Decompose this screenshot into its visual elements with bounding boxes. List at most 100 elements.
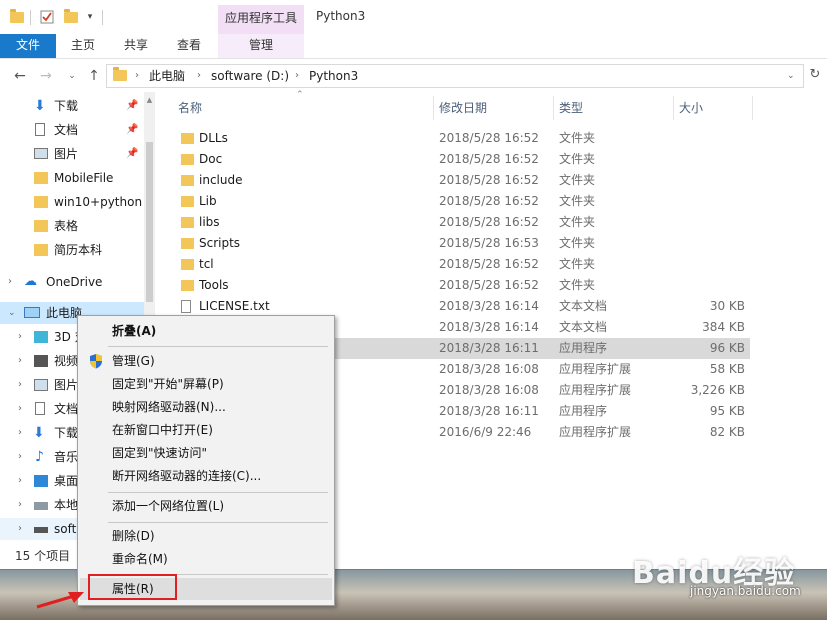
file-name: Scripts bbox=[199, 236, 241, 250]
divider bbox=[102, 10, 103, 25]
breadcrumb-software-d[interactable]: software (D:) bbox=[211, 65, 289, 87]
chevron-right-icon[interactable]: › bbox=[8, 271, 12, 293]
chevron-down-icon[interactable]: ⌄ bbox=[8, 302, 16, 324]
tab-file[interactable]: 文件 bbox=[0, 34, 56, 58]
menu-item-manage[interactable]: 管理(G) bbox=[80, 350, 332, 372]
menu-item-open-new-window[interactable]: 在新窗口中打开(E) bbox=[80, 419, 332, 441]
customize-dropdown-icon[interactable]: ▾ bbox=[84, 8, 96, 26]
menu-item-collapse[interactable]: 折叠(A) bbox=[80, 320, 332, 342]
table-row[interactable]: DLLs 2018/5/28 16:52 文件夹 bbox=[174, 128, 750, 149]
nav-item-pictures[interactable]: 图片 📌 bbox=[0, 143, 144, 165]
context-menu: 折叠(A) 管理(G) 固定到"开始"屏幕(P) 映射网络驱动器(N)... 在… bbox=[77, 315, 335, 606]
breadcrumb-separator-icon[interactable]: › bbox=[135, 65, 139, 87]
column-divider[interactable] bbox=[433, 96, 434, 120]
table-row[interactable]: Tools 2018/5/28 16:52 文件夹 bbox=[174, 275, 750, 296]
table-row[interactable]: tcl 2018/5/28 16:52 文件夹 bbox=[174, 254, 750, 275]
chevron-right-icon[interactable]: › bbox=[18, 518, 22, 540]
file-name: Doc bbox=[199, 152, 223, 166]
chevron-right-icon[interactable]: › bbox=[18, 326, 22, 348]
nav-item-label: 下载 bbox=[54, 99, 79, 113]
table-row[interactable]: libs 2018/5/28 16:52 文件夹 bbox=[174, 212, 750, 233]
tab-share[interactable]: 共享 bbox=[110, 34, 162, 58]
folder-icon bbox=[181, 196, 194, 207]
menu-item-label: 添加一个网络位置(L) bbox=[112, 499, 225, 513]
file-type: 文件夹 bbox=[559, 278, 596, 292]
modified-date: 2018/5/28 16:52 bbox=[439, 215, 539, 229]
chevron-right-icon[interactable]: › bbox=[18, 374, 22, 396]
modified-date: 2018/5/28 16:52 bbox=[439, 173, 539, 187]
picture-icon bbox=[34, 148, 48, 159]
table-row[interactable]: Lib 2018/5/28 16:52 文件夹 bbox=[174, 191, 750, 212]
menu-item-rename[interactable]: 重命名(M) bbox=[80, 548, 332, 570]
scroll-up-icon[interactable]: ▲ bbox=[144, 96, 155, 104]
chevron-right-icon[interactable]: › bbox=[18, 494, 22, 516]
table-row[interactable]: include 2018/5/28 16:52 文件夹 bbox=[174, 170, 750, 191]
picture-icon bbox=[34, 379, 48, 391]
folder-icon bbox=[181, 280, 194, 291]
table-row[interactable]: Doc 2018/5/28 16:52 文件夹 bbox=[174, 149, 750, 170]
item-count: 15 个项目 bbox=[15, 549, 71, 563]
up-arrow-icon[interactable]: ↑ bbox=[84, 66, 104, 86]
pin-icon[interactable]: 📌 bbox=[126, 95, 138, 117]
file-name: DLLs bbox=[199, 131, 228, 145]
divider bbox=[30, 10, 31, 25]
breadcrumb-separator-icon[interactable]: › bbox=[197, 65, 201, 87]
menu-item-delete[interactable]: 删除(D) bbox=[80, 525, 332, 547]
nav-item-win10-python[interactable]: win10+python bbox=[0, 191, 144, 213]
chevron-right-icon[interactable]: › bbox=[18, 350, 22, 372]
chevron-right-icon[interactable]: › bbox=[18, 446, 22, 468]
table-row[interactable]: Scripts 2018/5/28 16:53 文件夹 bbox=[174, 233, 750, 254]
tab-home[interactable]: 主页 bbox=[56, 34, 110, 58]
column-divider[interactable] bbox=[752, 96, 753, 120]
document-icon bbox=[35, 402, 45, 415]
address-bar[interactable]: › 此电脑 › software (D:) › Python3 ⌄ bbox=[106, 64, 804, 88]
column-divider[interactable] bbox=[553, 96, 554, 120]
menu-item-add-network-location[interactable]: 添加一个网络位置(L) bbox=[80, 495, 332, 517]
breadcrumb-python3[interactable]: Python3 bbox=[309, 65, 358, 87]
file-type: 文件夹 bbox=[559, 152, 596, 166]
breadcrumb-this-pc[interactable]: 此电脑 bbox=[149, 65, 185, 87]
nav-item-downloads[interactable]: ⬇ 下载 📌 bbox=[0, 95, 144, 117]
column-header-name[interactable]: 名称 bbox=[178, 96, 202, 120]
folder-icon bbox=[181, 217, 194, 228]
menu-item-pin-start[interactable]: 固定到"开始"屏幕(P) bbox=[80, 373, 332, 395]
nav-item-documents[interactable]: 文档 📌 bbox=[0, 119, 144, 141]
folder-icon bbox=[34, 220, 48, 232]
table-row[interactable]: LICENSE.txt 2018/3/28 16:14 文本文档 30 KB bbox=[174, 296, 750, 317]
tab-view[interactable]: 查看 bbox=[162, 34, 216, 58]
column-divider[interactable] bbox=[673, 96, 674, 120]
nav-item-onedrive[interactable]: › ☁ OneDrive bbox=[0, 271, 144, 293]
chevron-right-icon[interactable]: › bbox=[18, 470, 22, 492]
back-arrow-icon[interactable]: ← bbox=[10, 66, 30, 86]
chevron-right-icon[interactable]: › bbox=[18, 422, 22, 444]
nav-item-label: 文档 bbox=[54, 402, 79, 416]
menu-item-pin-quick-access[interactable]: 固定到"快速访问" bbox=[80, 442, 332, 464]
pin-icon[interactable]: 📌 bbox=[126, 143, 138, 165]
new-folder-icon[interactable] bbox=[62, 8, 80, 26]
file-type: 文件夹 bbox=[559, 194, 596, 208]
chevron-right-icon[interactable]: › bbox=[18, 398, 22, 420]
scrollbar-thumb[interactable] bbox=[146, 142, 153, 302]
address-dropdown-icon[interactable]: ⌄ bbox=[787, 65, 795, 87]
column-header-size[interactable]: 大小 bbox=[679, 96, 703, 120]
folder-icon bbox=[181, 175, 194, 186]
breadcrumb-separator-icon[interactable]: › bbox=[295, 65, 299, 87]
file-name: Lib bbox=[199, 194, 217, 208]
nav-item-resume[interactable]: 简历本科 bbox=[0, 239, 144, 261]
nav-item-mobilefile[interactable]: MobileFile bbox=[0, 167, 144, 189]
properties-check-icon[interactable] bbox=[38, 8, 56, 26]
refresh-icon[interactable]: ↻ bbox=[804, 64, 826, 88]
file-name: libs bbox=[199, 215, 220, 229]
tab-manage[interactable]: 管理 bbox=[218, 34, 304, 58]
nav-item-label: 图片 bbox=[54, 147, 79, 161]
forward-arrow-icon[interactable]: → bbox=[36, 66, 56, 86]
recent-locations-chevron-icon[interactable]: ⌄ bbox=[62, 66, 82, 86]
column-header-date[interactable]: 修改日期 bbox=[439, 96, 487, 120]
folder-icon bbox=[34, 244, 48, 256]
column-header-type[interactable]: 类型 bbox=[559, 96, 583, 120]
pin-icon[interactable]: 📌 bbox=[126, 119, 138, 141]
nav-item-tables[interactable]: 表格 bbox=[0, 215, 144, 237]
menu-item-map-drive[interactable]: 映射网络驱动器(N)... bbox=[80, 396, 332, 418]
nav-item-label: OneDrive bbox=[46, 275, 103, 289]
menu-item-disconnect-drive[interactable]: 断开网络驱动器的连接(C)... bbox=[80, 465, 332, 487]
